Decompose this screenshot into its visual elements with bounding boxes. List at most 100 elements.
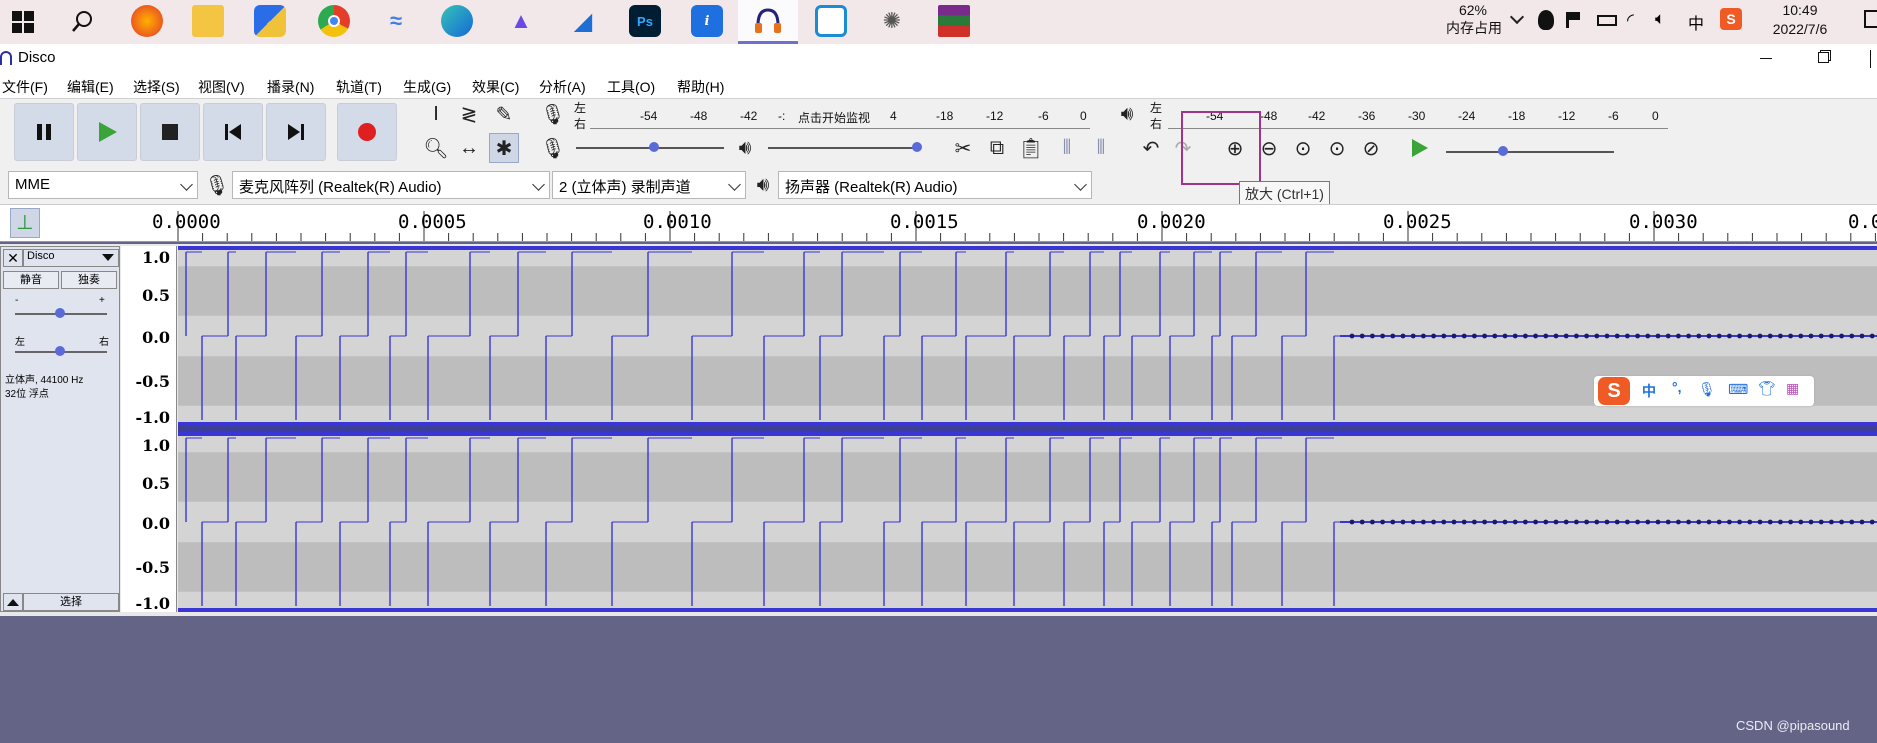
pan-slider[interactable]: [15, 346, 107, 356]
menu-help[interactable]: 帮助(H): [677, 77, 724, 97]
zoom-toggle-icon[interactable]: ⊘: [1356, 133, 1386, 163]
play-button[interactable]: [77, 103, 137, 161]
menu-view[interactable]: 视图(V): [198, 77, 245, 97]
input-channels-select[interactable]: 2 (立体声) 录制声道: [552, 171, 746, 199]
voice-icon[interactable]: 🎙︎: [1698, 381, 1716, 398]
ime-toolbar[interactable]: S 中 °, 🎙︎ ⌨ 👕︎ ▦: [1594, 376, 1814, 406]
chevron-down-icon[interactable]: [1509, 9, 1525, 25]
zoom-tool-icon[interactable]: 🔍︎: [421, 133, 451, 163]
sample-dot: [1829, 333, 1834, 339]
ime-mode-icon[interactable]: 中: [1688, 10, 1704, 34]
waveform-display[interactable]: [178, 246, 1877, 612]
sample-dot: [1390, 519, 1396, 525]
edge-icon[interactable]: [441, 5, 473, 37]
menu-transport[interactable]: 播录(N): [267, 77, 314, 97]
silence-icon[interactable]: ⫴: [1086, 133, 1116, 163]
skip-to-start-button[interactable]: [203, 103, 263, 161]
wifi-icon[interactable]: ◜: [1627, 10, 1634, 31]
slider-thumb[interactable]: [55, 346, 65, 356]
file-explorer-icon[interactable]: [192, 5, 224, 37]
pause-button[interactable]: [14, 103, 74, 161]
record-meter-mic-icon[interactable]: 🎙︎: [538, 99, 568, 129]
record-meter[interactable]: -54 -48 -42 -: 点击开始监视 4 -18 -12 -6 0: [590, 103, 1090, 129]
kali-icon[interactable]: ≈: [380, 5, 412, 37]
timeshift-tool-icon[interactable]: ↔: [454, 133, 484, 163]
record-button[interactable]: [337, 103, 397, 161]
search-icon[interactable]: [70, 9, 96, 35]
play-at-speed-icon[interactable]: [1404, 133, 1434, 163]
cut-icon[interactable]: ✂: [948, 133, 978, 163]
trim-icon[interactable]: ⫴: [1052, 133, 1082, 163]
input-volume-slider[interactable]: [576, 142, 724, 152]
vertical-scale[interactable]: 1.0 0.5 0.0 -0.5 -1.0 1.0 0.5 0.0 -0.5 -…: [121, 246, 177, 613]
paste-icon[interactable]: 📋︎: [1016, 133, 1046, 163]
ime-chinese-mode[interactable]: 中: [1642, 381, 1656, 401]
sogou-tray-icon[interactable]: S: [1720, 8, 1742, 30]
output-volume-slider[interactable]: [768, 142, 922, 152]
punctuation-icon[interactable]: °,: [1672, 379, 1682, 395]
windows-start-icon[interactable]: [12, 11, 34, 33]
envelope-tool-icon[interactable]: ≷: [454, 99, 484, 129]
gain-slider[interactable]: [15, 308, 107, 318]
timeline-ruler[interactable]: ⊥ 0.0000 0.0005 0.0010 0.0015 0.0020 0.0…: [0, 204, 1877, 242]
menu-tools[interactable]: 工具(O): [607, 77, 655, 97]
input-device-select[interactable]: 麦克风阵列 (Realtek(R) Audio): [232, 171, 550, 199]
menu-effect[interactable]: 效果(C): [472, 77, 519, 97]
atom-icon[interactable]: ✺: [876, 5, 908, 37]
speaker-muted-icon[interactable]: 🔈︎: [1655, 9, 1665, 29]
draw-tool-icon[interactable]: ✎: [489, 99, 519, 129]
qq-icon[interactable]: [1538, 10, 1554, 30]
vmware-icon[interactable]: [815, 5, 847, 37]
menu-tracks[interactable]: 轨道(T): [336, 77, 382, 97]
audacity-taskbar-icon[interactable]: [738, 0, 798, 44]
track-name-button[interactable]: Disco: [23, 249, 119, 267]
slider-thumb[interactable]: [55, 308, 65, 318]
flag-icon[interactable]: [1566, 12, 1580, 28]
record-tick: -42: [740, 109, 758, 123]
menu-file[interactable]: 文件(F): [2, 77, 48, 97]
multi-tool-icon[interactable]: ✱: [489, 133, 519, 163]
stop-button[interactable]: [140, 103, 200, 161]
firefox-icon[interactable]: [131, 5, 163, 37]
copy-icon[interactable]: ⧉: [982, 133, 1012, 163]
app-store-icon[interactable]: [254, 5, 286, 37]
menu-generate[interactable]: 生成(G): [403, 77, 451, 97]
keyboard-icon[interactable]: ⌨: [1728, 381, 1748, 398]
gain-minus-label: -: [15, 295, 19, 306]
fit-project-icon[interactable]: ⊙: [1322, 133, 1352, 163]
skip-to-end-button[interactable]: [266, 103, 326, 161]
audio-host-select[interactable]: MME: [8, 171, 198, 199]
toolbox-icon[interactable]: ▦: [1786, 380, 1799, 397]
sample-dot: [1716, 333, 1722, 339]
collapse-track-icon[interactable]: [3, 593, 23, 611]
restore-button[interactable]: [1818, 52, 1829, 63]
selection-tool-icon[interactable]: I: [421, 99, 451, 129]
winrar-icon[interactable]: [938, 5, 970, 37]
vpn-icon[interactable]: ▲: [505, 5, 537, 37]
play-speed-slider[interactable]: [1446, 146, 1614, 156]
menu-select[interactable]: 选择(S): [133, 77, 180, 97]
slider-thumb[interactable]: [1498, 146, 1508, 156]
minimize-button[interactable]: [1760, 58, 1772, 59]
info-app-icon[interactable]: i: [691, 5, 723, 37]
solo-button[interactable]: 独奏: [61, 271, 117, 289]
skin-icon[interactable]: 👕︎: [1758, 380, 1776, 397]
select-track-button[interactable]: 选择: [23, 593, 119, 611]
shark-icon[interactable]: ◢: [567, 5, 599, 37]
fit-selection-icon[interactable]: ⊙: [1288, 133, 1318, 163]
notification-icon[interactable]: [1864, 10, 1877, 28]
close-button[interactable]: [1870, 50, 1877, 68]
slider-thumb[interactable]: [912, 142, 922, 152]
undo-icon[interactable]: ↶: [1136, 133, 1166, 163]
slider-thumb[interactable]: [649, 142, 659, 152]
play-meter-speaker-icon[interactable]: 🔊︎: [1112, 99, 1142, 129]
close-track-icon[interactable]: ✕: [3, 249, 23, 267]
mute-button[interactable]: 静音: [3, 271, 59, 289]
clock-time[interactable]: 10:49: [1760, 2, 1840, 19]
output-device-select[interactable]: 扬声器 (Realtek(R) Audio): [778, 171, 1092, 199]
chrome-icon[interactable]: [318, 5, 350, 37]
menu-analyze[interactable]: 分析(A): [539, 77, 586, 97]
photoshop-icon[interactable]: Ps: [629, 5, 661, 37]
clock-date[interactable]: 2022/7/6: [1760, 21, 1840, 38]
menu-edit[interactable]: 编辑(E): [67, 77, 114, 97]
